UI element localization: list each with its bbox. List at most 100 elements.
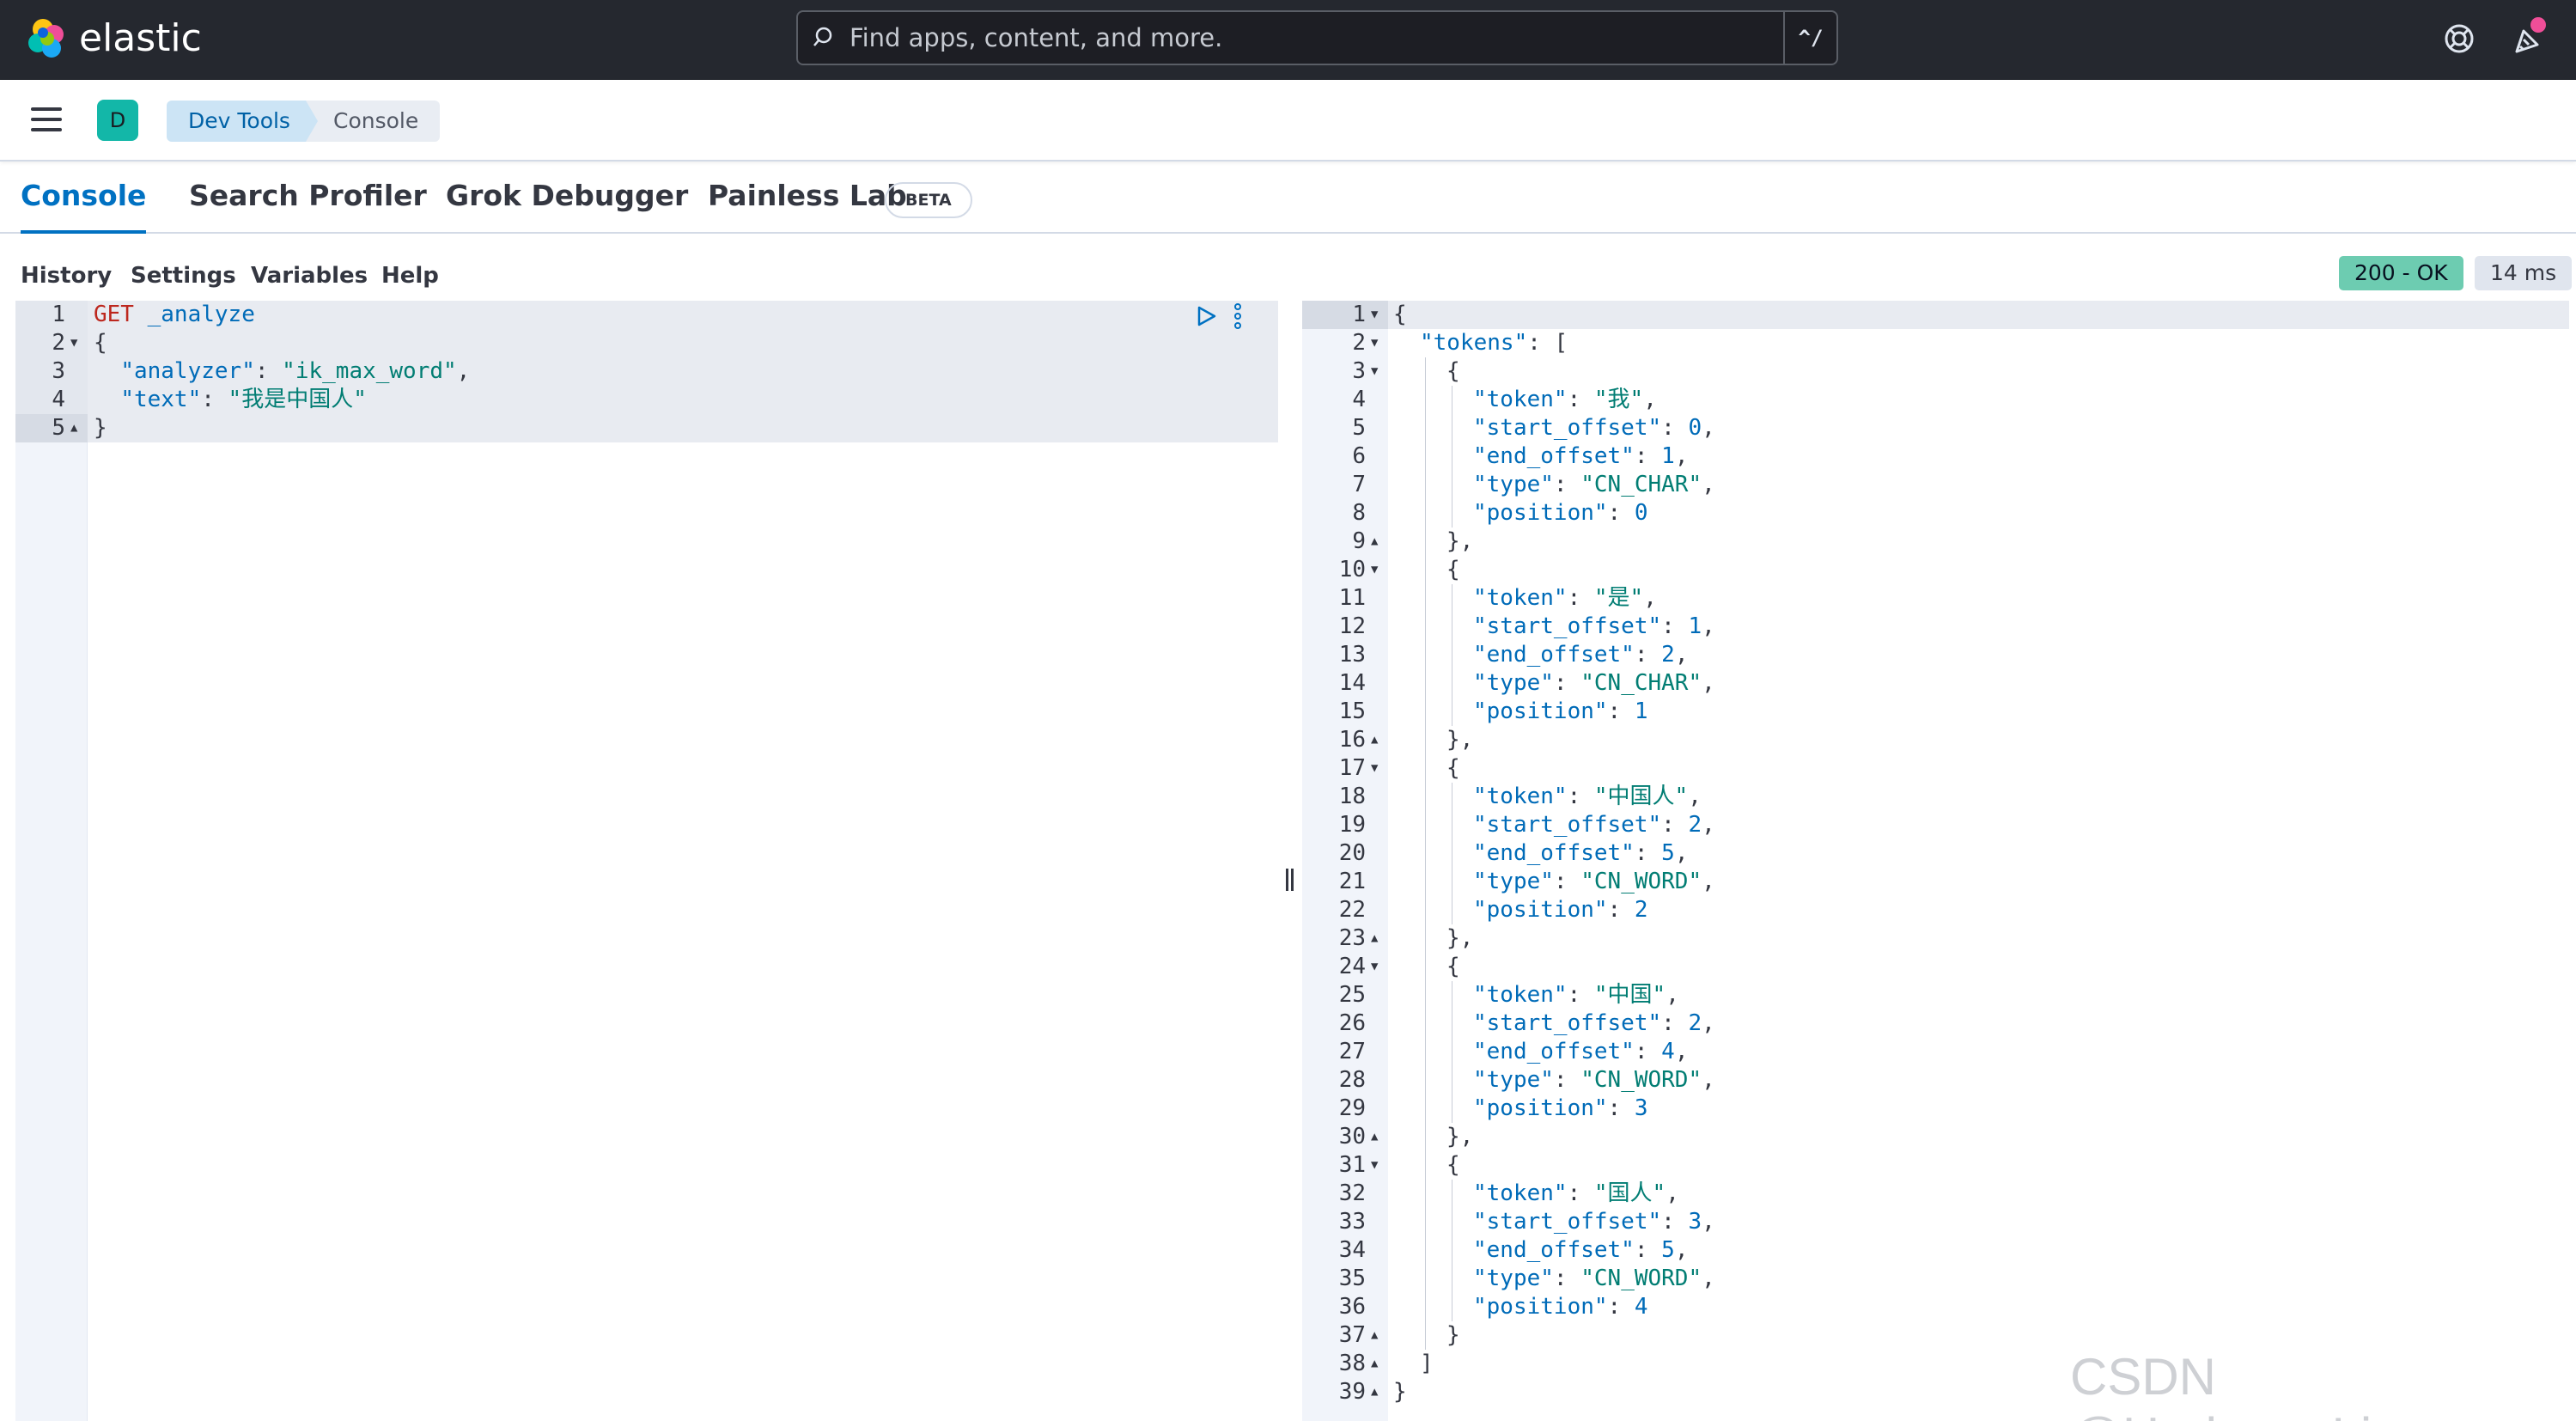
code-line: ] [1420, 1351, 1434, 1376]
line-number: 7 [1352, 472, 1366, 497]
request-method: GET [94, 302, 134, 327]
response-viewer[interactable]: 1 ▼{2 ▼ "tokens": [3 ▼{4 "token": "我", 5 "start… [1302, 301, 2569, 1421]
help-icon[interactable] [2439, 19, 2479, 58]
code-line: "start_offset": 2, [1473, 1010, 1715, 1036]
menu-icon[interactable] [31, 107, 62, 133]
status-badge: 200 - OK [2339, 256, 2463, 290]
code-line: "start_offset": 0, [1473, 415, 1715, 441]
line-number: 16 [1338, 727, 1366, 753]
elastic-logo-icon [28, 19, 64, 58]
code-line: "type": "CN_CHAR", [1473, 670, 1715, 696]
global-search[interactable]: ^/ [796, 10, 1838, 65]
code-line: "token": "中国", [1473, 982, 1679, 1008]
line-number: 23 [1338, 925, 1366, 951]
code-line: { [1446, 557, 1460, 582]
code-line: "type": "CN_CHAR", [1473, 472, 1715, 497]
line-number: 14 [1338, 670, 1366, 696]
breadcrumb-bar: D Dev Tools Console [0, 80, 2576, 162]
resize-handle-icon[interactable] [1286, 869, 1296, 891]
fold-icon[interactable]: ▲ [1371, 1123, 1378, 1151]
line-number: 3 [52, 358, 65, 384]
line-number: 1 [52, 302, 65, 327]
run-icon[interactable] [1194, 304, 1218, 328]
news-button[interactable] [2508, 17, 2548, 58]
code-line: { [1393, 302, 1407, 327]
line-number: 17 [1338, 755, 1366, 781]
code-line: "text": "我是中国人" [120, 387, 367, 412]
indent-guide [1425, 357, 1426, 1350]
code-line: }, [1446, 727, 1474, 753]
code-line: "position": 0 [1473, 500, 1648, 526]
line-number: 21 [1338, 869, 1366, 894]
history-button[interactable]: History [21, 263, 112, 289]
beta-badge: BETA [885, 182, 972, 218]
brand-name: elastic [79, 15, 202, 60]
line-number: 18 [1338, 784, 1366, 809]
line-number: 19 [1338, 812, 1366, 838]
fold-icon[interactable]: ▲ [1371, 1378, 1378, 1406]
line-number: 11 [1338, 585, 1366, 611]
line-number: 32 [1338, 1180, 1366, 1206]
fold-icon[interactable]: ▲ [1371, 924, 1378, 953]
code-line: } [1393, 1379, 1407, 1405]
tab-console[interactable]: Console [21, 179, 147, 234]
line-number: 31 [1338, 1152, 1366, 1178]
elastic-logo[interactable]: elastic [26, 15, 202, 60]
request-editor[interactable]: 1 2 3 4 5 ▼ ▲ GET _analyze { "analyzer":… [15, 301, 1278, 1421]
code-line: }, [1446, 1124, 1474, 1150]
fold-icon[interactable]: ▲ [1371, 1321, 1378, 1350]
tab-painless-lab[interactable]: Painless Lab [708, 179, 907, 232]
fold-icon[interactable]: ▼ [1371, 301, 1378, 329]
line-number: 6 [1352, 443, 1366, 469]
fold-icon[interactable]: ▲ [1371, 726, 1378, 754]
code-line: "start_offset": 1, [1473, 613, 1715, 639]
fold-icon[interactable]: ▲ [1371, 528, 1378, 556]
line-number: 5 [1352, 415, 1366, 441]
code-line: }, [1446, 528, 1474, 554]
line-number: 9 [1352, 528, 1366, 554]
news-notification-dot [2530, 17, 2546, 33]
settings-button[interactable]: Settings [131, 263, 236, 289]
fold-icon[interactable]: ▼ [1371, 953, 1378, 981]
line-number: 20 [1338, 840, 1366, 866]
fold-icon[interactable]: ▼ [1371, 357, 1378, 386]
code-line: "token": "我", [1473, 387, 1657, 412]
line-number: 2 [1352, 330, 1366, 356]
code-line: }, [1446, 925, 1474, 951]
tab-grok-debugger[interactable]: Grok Debugger [446, 179, 688, 232]
code-line: "end_offset": 5, [1473, 840, 1689, 866]
fold-icon[interactable]: ▲ [70, 414, 77, 442]
fold-icon[interactable]: ▲ [1371, 1350, 1378, 1378]
code-line: "end_offset": 2, [1473, 642, 1689, 668]
code-line: { [1446, 954, 1460, 979]
line-number: 12 [1338, 613, 1366, 639]
variables-button[interactable]: Variables [251, 263, 368, 289]
breadcrumb-dev-tools[interactable]: Dev Tools [167, 101, 328, 142]
help-button[interactable]: Help [381, 263, 439, 289]
line-number: 36 [1338, 1294, 1366, 1320]
code-line: "tokens": [ [1420, 330, 1568, 356]
line-number: 27 [1338, 1039, 1366, 1064]
code-line: "position": 2 [1473, 897, 1648, 923]
line-number: 10 [1338, 557, 1366, 582]
space-avatar[interactable]: D [97, 100, 138, 141]
code-line: } [94, 415, 107, 441]
line-number: 15 [1338, 698, 1366, 724]
fold-icon[interactable]: ▼ [70, 329, 77, 357]
more-actions-icon[interactable] [1233, 302, 1243, 330]
line-number: 29 [1338, 1095, 1366, 1121]
search-shortcut: ^/ [1783, 12, 1836, 64]
top-header: elastic ^/ [0, 0, 2576, 80]
line-number: 33 [1338, 1209, 1366, 1235]
fold-icon[interactable]: ▼ [1371, 329, 1378, 357]
line-number: 8 [1352, 500, 1366, 526]
search-input[interactable] [843, 23, 1783, 52]
fold-icon[interactable]: ▼ [1371, 556, 1378, 584]
line-number: 13 [1338, 642, 1366, 668]
line-number: 22 [1338, 897, 1366, 923]
fold-icon[interactable]: ▼ [1371, 754, 1378, 783]
code-line: "position": 4 [1473, 1294, 1648, 1320]
fold-icon[interactable]: ▼ [1371, 1151, 1378, 1180]
code-line: "end_offset": 5, [1473, 1237, 1689, 1263]
tab-search-profiler[interactable]: Search Profiler [189, 179, 427, 232]
